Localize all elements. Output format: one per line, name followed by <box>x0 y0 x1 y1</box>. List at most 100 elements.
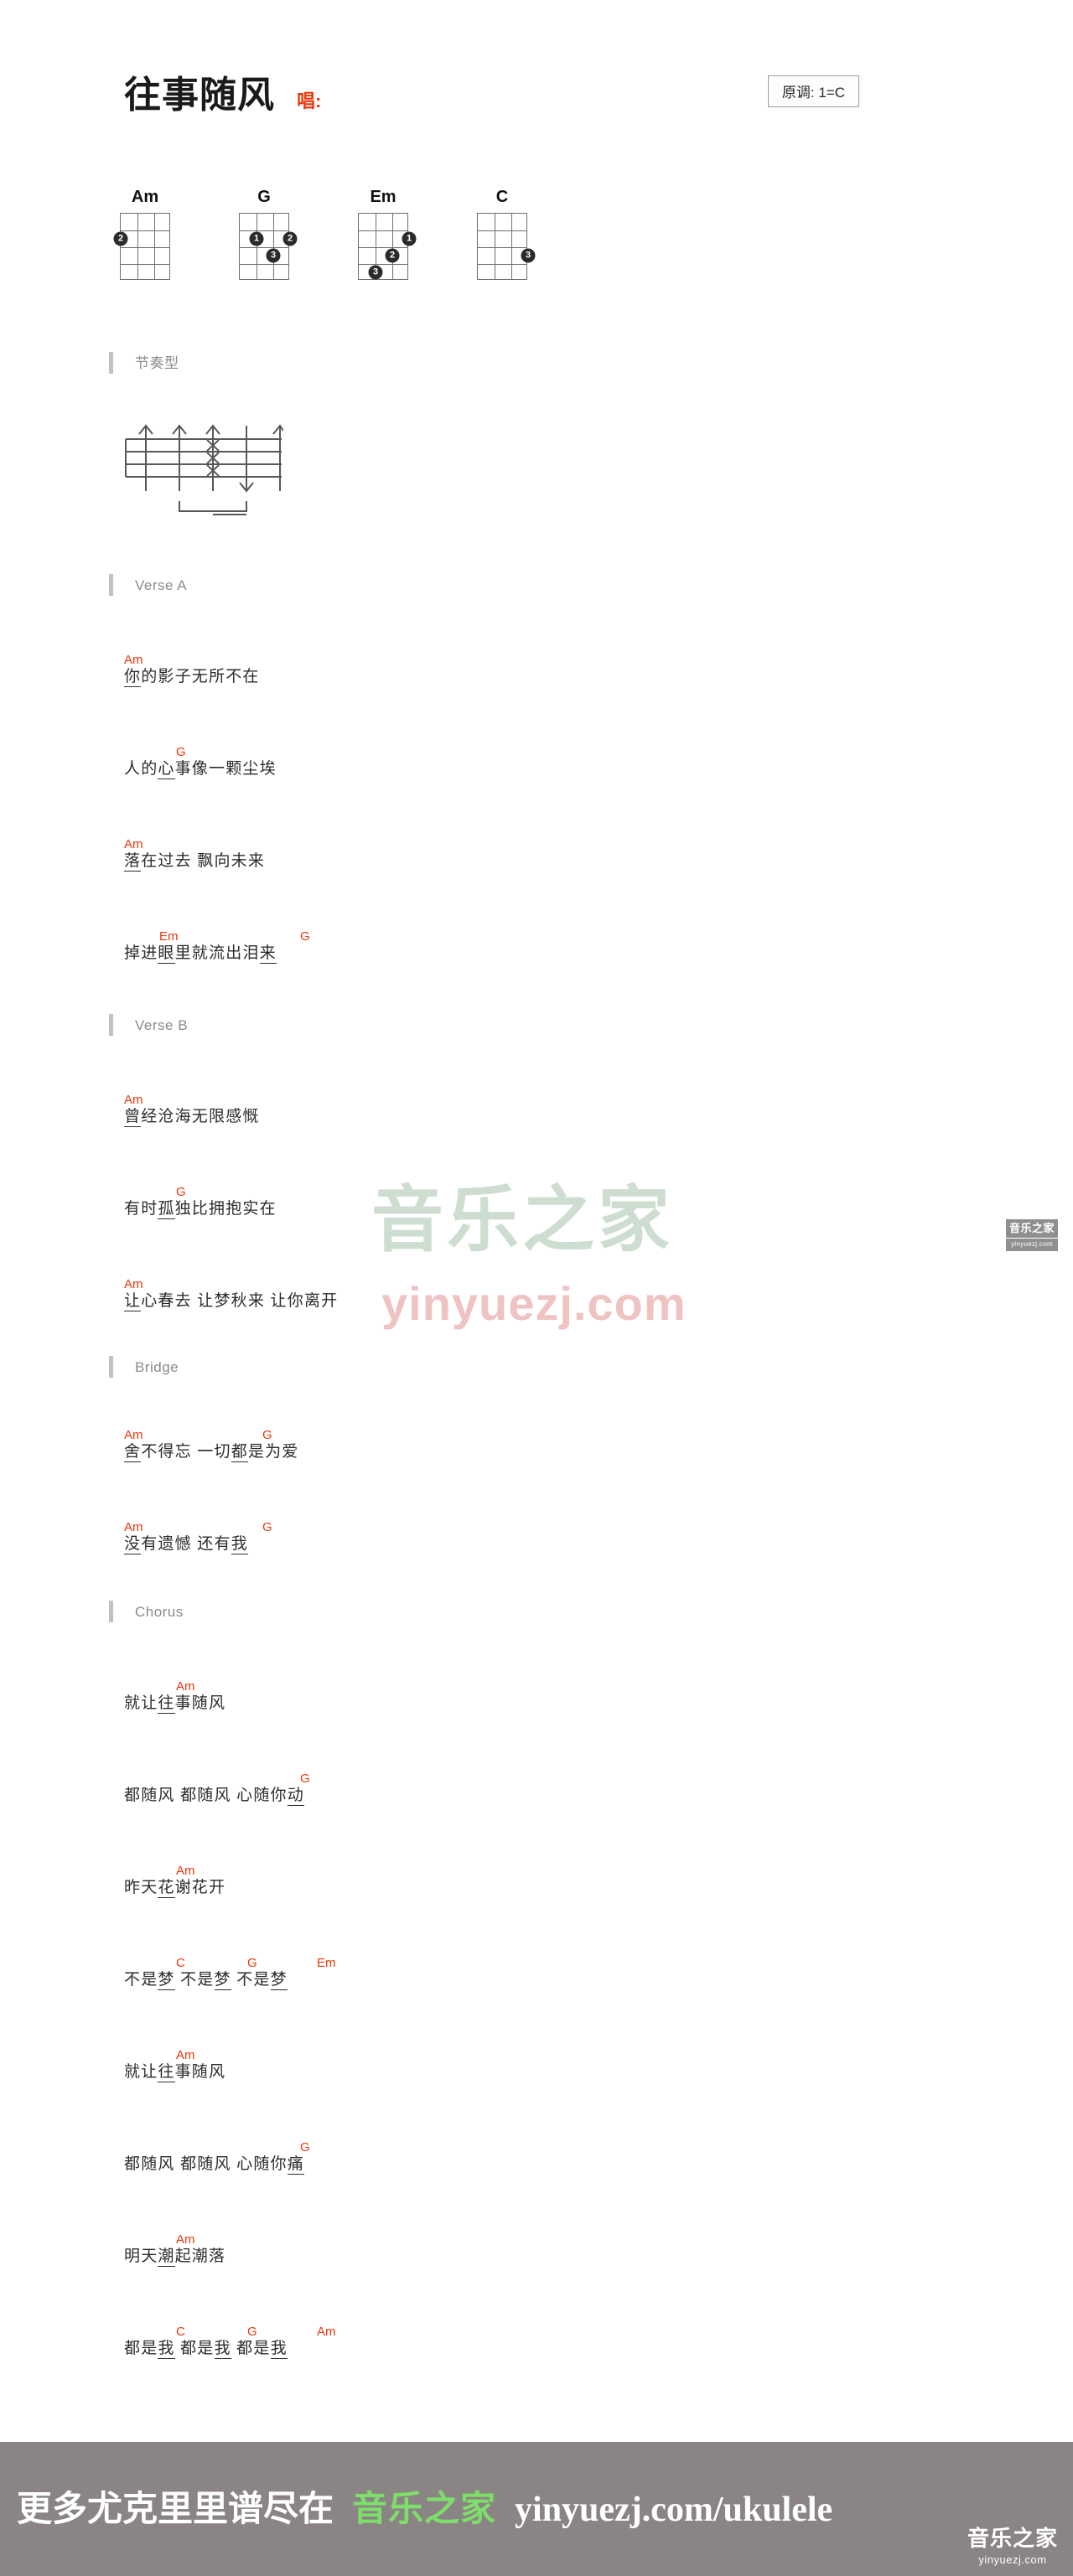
lyric-chord-anchor: 落 <box>124 852 142 872</box>
lyric-segment: 起潮落 <box>174 2248 226 2265</box>
lyric-line: Am 就让往事随风 <box>124 2045 225 2083</box>
chord-row: Am <box>124 2045 225 2061</box>
chord-label: G <box>247 2325 257 2339</box>
finger-dot: 2 <box>113 231 128 246</box>
lyric-chord-anchor: 往 <box>158 2063 175 2082</box>
chord-diagram-c: C3 <box>470 189 536 280</box>
lyric-chord-anchor: 花 <box>158 1879 175 1898</box>
song-sheet-page: 音乐之家 yinyuezj.com 音乐之家 yinyuezj.com 往事随风… <box>0 0 1073 2576</box>
chord-diagram-em: Em 1 2 3 <box>351 188 417 280</box>
lyric-chord-anchor: 我 <box>214 2340 231 2359</box>
footer-prefix-text: 更多尤克里里谱尽在 <box>17 2488 334 2528</box>
chord-label: Am <box>124 653 143 667</box>
lyric-text: 没有遗憾 还有我 <box>124 1534 248 1555</box>
lyric-text: 都是我 都是我 都是我 <box>124 2338 288 2360</box>
chord-label: Em <box>159 929 179 944</box>
lyric-text: 明天潮起潮落 <box>124 2246 225 2268</box>
lyric-segment: 就让 <box>124 2063 158 2081</box>
fret-bar-line <box>240 264 288 266</box>
footer-badge-url: yinyuezj.com <box>978 2553 1047 2567</box>
chord-fretboard-grid: 2 <box>113 213 170 280</box>
chord-row: G <box>124 2137 310 2154</box>
fret-string-line <box>154 214 156 279</box>
section-bar-icon <box>109 1601 113 1622</box>
lyric-chord-anchor: 梦 <box>214 1971 231 1990</box>
lyric-segment: 里就流出泪 <box>174 944 260 962</box>
chord-fretboard-grid: 1 23 <box>239 213 298 280</box>
chord-label: C <box>176 2325 185 2339</box>
chord-row: Am <box>124 834 265 851</box>
chord-label: Am <box>124 837 143 851</box>
lyric-segment: 心春去 让梦秋来 让你离开 <box>141 1292 339 1310</box>
lyric-text: 就让往事随风 <box>124 2061 225 2083</box>
lyric-segment: 独比拥抱实在 <box>174 1200 277 1218</box>
lyric-chord-anchor: 梦 <box>270 1971 288 1990</box>
lyric-line: Am 落在过去 飘向未来 <box>124 834 265 872</box>
lyric-segment: 是为爱 <box>247 1443 299 1461</box>
lyric-text: 有时孤独比拥抱实在 <box>124 1198 277 1220</box>
lyric-line: C G Am 都是我 都是我 都是我 <box>124 2321 336 2360</box>
lyric-segment: 事随风 <box>174 1694 226 1712</box>
lyric-segment: 不是 <box>174 1971 215 1989</box>
lyric-chord-anchor: 心 <box>158 760 175 779</box>
chord-diagram-am: Am 2 <box>113 189 177 280</box>
chord-name-label: G <box>257 188 271 206</box>
fret-string-line <box>392 214 394 279</box>
chord-label: Am <box>176 2232 195 2247</box>
lyric-chord-anchor: 往 <box>158 1694 175 1714</box>
lyric-line: Am G 舍不得忘 一切都是为爱 <box>124 1425 299 1463</box>
chord-label: Am <box>176 1679 195 1694</box>
page-title: 往事随风 <box>124 75 275 116</box>
lyric-segment: 就让 <box>124 1694 158 1712</box>
chord-name-label: Am <box>131 188 159 206</box>
lyric-line: Am 让心春去 让梦秋来 让你离开 <box>124 1274 338 1312</box>
section-label-chorus: Chorus <box>135 1603 184 1620</box>
fret-bar-line <box>478 247 526 249</box>
footer-logo-badge: 音乐之家 yinyuezj.com <box>962 2526 1063 2568</box>
title-row: 往事随风 唱: <box>124 77 324 114</box>
lyric-chord-anchor: 我 <box>231 1535 248 1554</box>
lyric-line: G 都随风 都随风 心随你动 <box>124 1768 310 1807</box>
chord-label: G <box>247 1956 257 1970</box>
lyric-chord-anchor: 让 <box>124 1292 142 1311</box>
section-label-bridge: Bridge <box>135 1358 179 1375</box>
fret-string-line <box>273 214 275 279</box>
chord-name-label: Em <box>370 188 397 206</box>
chord-row: Am G <box>124 1517 272 1534</box>
lyric-text: 落在过去 飘向未来 <box>124 851 265 872</box>
finger-dot: 1 <box>249 231 264 246</box>
lyric-line: G 有时孤独比拥抱实在 <box>124 1182 277 1220</box>
footer-url-text: yinyuezj.com/ukulele <box>515 2490 833 2529</box>
chord-row: G <box>124 1768 310 1785</box>
chord-label: Am <box>317 2325 336 2339</box>
lyric-text: 掉进眼里就流出泪来 <box>124 943 277 965</box>
chord-label: Am <box>176 1864 195 1878</box>
lyric-segment: 不是 <box>231 1971 271 1989</box>
chord-row: Am <box>124 2229 225 2246</box>
lyric-segment: 人的 <box>124 760 158 778</box>
lyric-chord-anchor: 眼 <box>158 944 175 964</box>
lyric-text: 让心春去 让梦秋来 让你离开 <box>124 1291 338 1312</box>
lyric-chord-anchor: 曾 <box>124 1108 142 1127</box>
watermark-brand-text: 音乐之家 <box>371 1180 673 1260</box>
fret-bar-line <box>359 264 407 266</box>
fret-bar-line <box>359 230 407 232</box>
chord-row: C G Em <box>124 1953 336 1970</box>
lyric-segment: 有遗憾 还有 <box>141 1535 231 1553</box>
lyric-line: C G Em 不是梦 不是梦 不是梦 <box>124 1953 336 1991</box>
original-key-box: 原调: 1=C <box>767 75 859 107</box>
lyric-chord-anchor: 孤 <box>158 1200 175 1219</box>
lyric-segment: 在过去 飘向未来 <box>141 852 266 870</box>
lyric-line: G 人的心事像一颗尘埃 <box>124 742 277 780</box>
section-heading-rhythm: 节奏型 <box>109 352 179 374</box>
watermark-badge-url: yinyuezj.com <box>1006 1239 1058 1251</box>
chord-label: G <box>262 1428 272 1442</box>
finger-dot: 3 <box>266 248 281 263</box>
section-heading-bridge: Bridge <box>109 1356 179 1378</box>
lyric-segment: 昨天 <box>124 1879 158 1896</box>
lyric-line: Am 就让往事随风 <box>124 1676 225 1715</box>
section-label-verse-a: Verse A <box>135 577 188 593</box>
fret-bar-line <box>240 230 288 232</box>
finger-dot: 3 <box>521 248 536 263</box>
fret-bar-line <box>121 230 169 232</box>
